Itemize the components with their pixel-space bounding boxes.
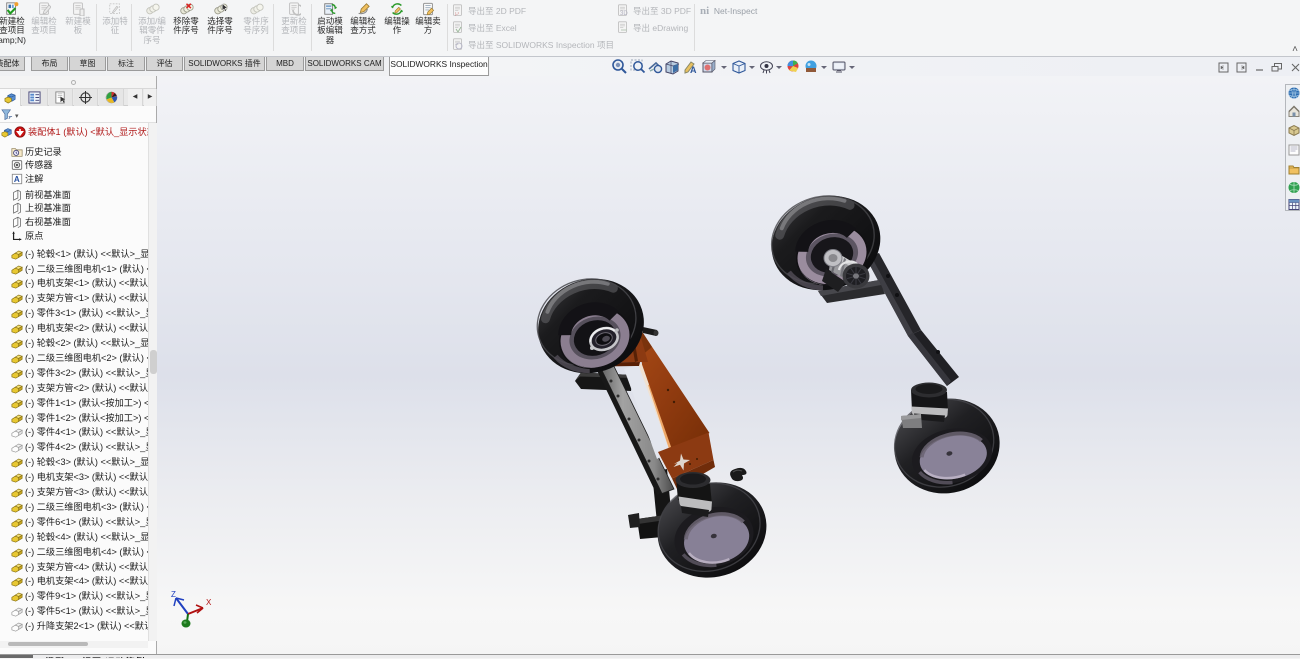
svg-text:X: X xyxy=(206,598,212,607)
svg-text:A: A xyxy=(14,175,20,184)
svg-text:P: P xyxy=(455,12,459,17)
svg-text:A: A xyxy=(690,65,697,75)
svg-text:Z: Z xyxy=(171,590,176,599)
svg-text:3D: 3D xyxy=(620,11,628,17)
